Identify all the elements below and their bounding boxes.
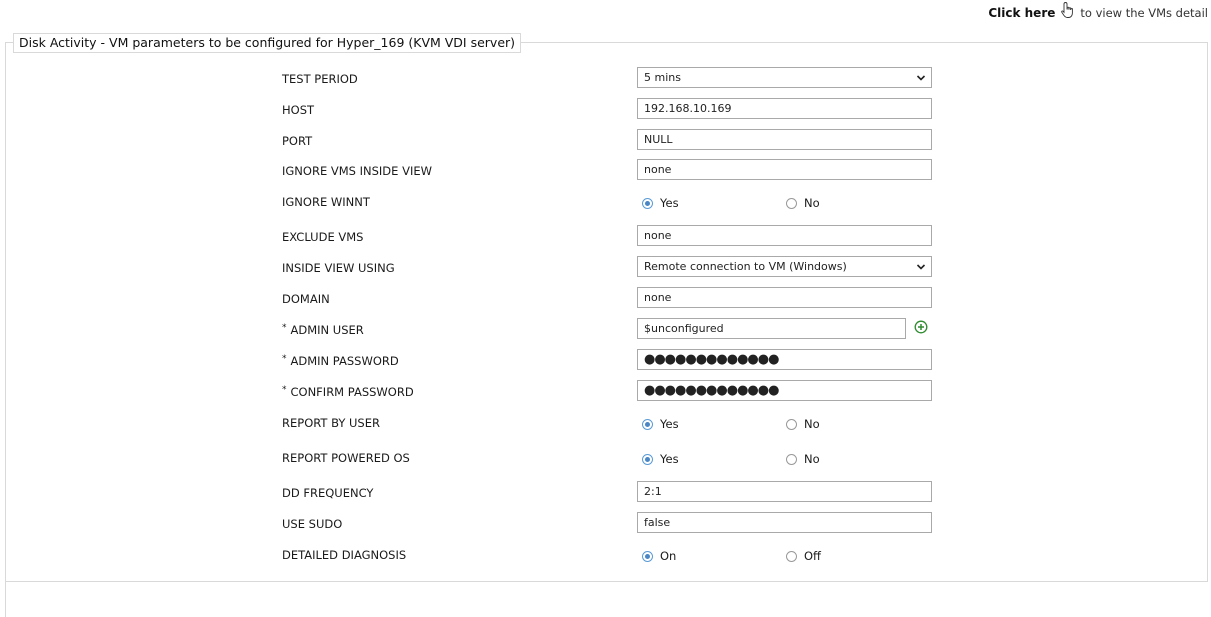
required-marker: * <box>282 354 287 364</box>
ignore-winnt-label: IGNORE WINNT <box>282 195 370 209</box>
vm-details-link-row: Click here to view the VMs detail <box>988 1 1208 22</box>
detailed-diagnosis-label: DETAILED DIAGNOSIS <box>282 548 407 562</box>
report-powered-os-no-radio[interactable]: No <box>786 452 820 466</box>
radio-unselected-icon <box>786 197 797 209</box>
report-powered-os-yes-label: Yes <box>660 452 679 466</box>
report-by-user-no-radio[interactable]: No <box>786 417 820 431</box>
radio-selected-icon <box>642 418 653 430</box>
use-sudo-label: USE SUDO <box>282 517 343 531</box>
report-by-user-no-label: No <box>804 417 820 431</box>
click-here-suffix: to view the VMs detail <box>1080 6 1208 20</box>
report-by-user-yes-radio[interactable]: Yes <box>642 417 679 431</box>
report-by-user-label: REPORT BY USER <box>282 416 380 430</box>
required-marker: * <box>282 385 287 395</box>
admin-password-label: * ADMIN PASSWORD <box>282 354 399 368</box>
required-marker: * <box>282 323 287 333</box>
chevron-down-icon <box>916 74 926 81</box>
port-label: PORT <box>282 134 313 148</box>
report-powered-os-radio-group: Yes No <box>642 452 932 466</box>
domain-label: DOMAIN <box>282 292 330 306</box>
ignore-vms-inside-view-input[interactable]: none <box>637 159 932 180</box>
admin-user-label-text: ADMIN USER <box>290 323 364 337</box>
radio-unselected-icon <box>786 550 797 562</box>
ignore-winnt-radio-group: Yes No <box>642 196 932 210</box>
port-input[interactable]: NULL <box>637 129 932 150</box>
chevron-down-icon <box>916 263 926 270</box>
host-label: HOST <box>282 103 315 117</box>
admin-password-label-text: ADMIN PASSWORD <box>290 354 399 368</box>
detailed-diagnosis-off-label: Off <box>804 549 821 563</box>
dd-frequency-input[interactable]: 2:1 <box>637 481 932 502</box>
detailed-diagnosis-radio-group: On Off <box>642 549 932 563</box>
report-by-user-radio-group: Yes No <box>642 417 932 431</box>
test-period-value: 5 mins <box>644 71 681 84</box>
parameters-fieldset <box>5 42 1208 582</box>
radio-unselected-icon <box>786 418 797 430</box>
ignore-winnt-no-radio[interactable]: No <box>786 196 820 210</box>
radio-selected-icon <box>642 453 653 465</box>
bottom-divider <box>5 582 6 617</box>
test-period-select[interactable]: 5 mins <box>637 67 932 88</box>
inside-view-using-label: INSIDE VIEW USING <box>282 261 395 275</box>
ignore-winnt-yes-radio[interactable]: Yes <box>642 196 679 210</box>
detailed-diagnosis-off-radio[interactable]: Off <box>786 549 821 563</box>
page-root: Click here to view the VMs detail Disk A… <box>0 0 1211 617</box>
test-period-label: TEST PERIOD <box>282 72 358 86</box>
exclude-vms-label: EXCLUDE VMS <box>282 230 364 244</box>
confirm-password-input[interactable]: ●●●●●●●●●●●●● <box>637 380 932 401</box>
report-powered-os-yes-radio[interactable]: Yes <box>642 452 679 466</box>
admin-user-label: * ADMIN USER <box>282 323 364 337</box>
ignore-winnt-yes-label: Yes <box>660 196 679 210</box>
admin-password-input[interactable]: ●●●●●●●●●●●●● <box>637 349 932 370</box>
confirm-password-label-text: CONFIRM PASSWORD <box>290 385 414 399</box>
domain-input[interactable]: none <box>637 287 932 308</box>
host-input[interactable]: 192.168.10.169 <box>637 98 932 119</box>
radio-unselected-icon <box>786 453 797 465</box>
detailed-diagnosis-on-radio[interactable]: On <box>642 549 676 563</box>
fieldset-legend: Disk Activity - VM parameters to be conf… <box>13 33 522 53</box>
report-powered-os-label: REPORT POWERED OS <box>282 451 410 465</box>
radio-selected-icon <box>642 197 653 209</box>
radio-selected-icon <box>642 550 653 562</box>
dd-frequency-label: DD FREQUENCY <box>282 486 374 500</box>
add-circle-icon[interactable] <box>914 320 928 334</box>
detailed-diagnosis-on-label: On <box>660 549 677 563</box>
click-here-link[interactable]: Click here <box>988 6 1055 20</box>
use-sudo-input[interactable]: false <box>637 512 932 533</box>
confirm-password-label: * CONFIRM PASSWORD <box>282 385 414 399</box>
hand-pointer-icon[interactable] <box>1059 1 1077 19</box>
inside-view-using-value: Remote connection to VM (Windows) <box>644 260 847 273</box>
ignore-vms-inside-view-label: IGNORE VMS INSIDE VIEW <box>282 164 432 178</box>
report-by-user-yes-label: Yes <box>660 417 679 431</box>
report-powered-os-no-label: No <box>804 452 820 466</box>
inside-view-using-select[interactable]: Remote connection to VM (Windows) <box>637 256 932 277</box>
ignore-winnt-no-label: No <box>804 196 820 210</box>
exclude-vms-input[interactable]: none <box>637 225 932 246</box>
admin-user-input[interactable]: $unconfigured <box>637 318 906 339</box>
